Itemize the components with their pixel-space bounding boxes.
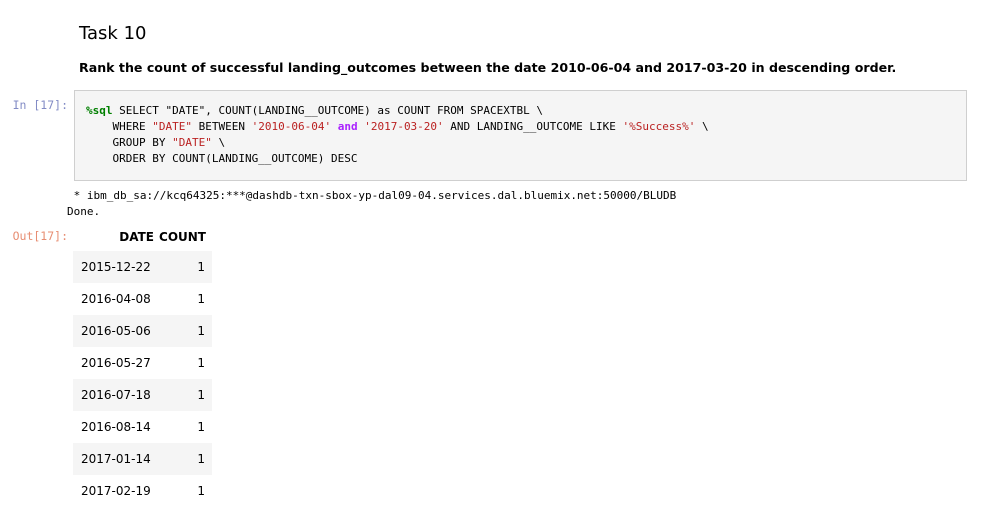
code-text: BETWEEN xyxy=(191,120,252,133)
column-header-date: DATE xyxy=(119,230,154,244)
code-string: "DATE" xyxy=(172,136,212,149)
date-cell: 2015-12-22 xyxy=(73,251,158,283)
table-row: 2017-01-14 1 xyxy=(73,443,212,475)
code-line-4: ORDER BY COUNT(LANDING__OUTCOME) DESC xyxy=(86,152,358,165)
code-string: '%Success%' xyxy=(622,120,696,133)
code-text: WHERE xyxy=(86,120,153,133)
date-cell: 2016-08-14 xyxy=(81,420,151,434)
sql-magic: %sql xyxy=(86,104,113,117)
table-row: 2016-08-14 1 xyxy=(73,411,212,443)
count-cell: 1 xyxy=(158,315,212,347)
code-text: GROUP BY xyxy=(86,136,173,149)
table-row: 2015-12-22 1 xyxy=(73,251,212,283)
column-header-count: COUNT xyxy=(159,230,206,244)
connection-string: * ibm_db_sa://kcq64325:***@dashdb-txn-sb… xyxy=(67,189,677,202)
done-message: Done. xyxy=(67,205,101,218)
output-prompt: Out[17]: xyxy=(12,229,68,243)
code-string: '2017-03-20' xyxy=(364,120,444,133)
date-cell: 2016-05-27 xyxy=(81,356,151,370)
code-string: '2010-06-04' xyxy=(251,120,332,133)
code-line-2: WHERE "DATE" BETWEEN '2010-06-04' and '2… xyxy=(86,119,966,135)
date-cell: 2017-01-14 xyxy=(73,443,158,475)
code-text: \ xyxy=(211,136,226,149)
count-cell: 1 xyxy=(197,484,205,498)
task-heading: Task 10 xyxy=(79,23,147,44)
table-row: 2017-02-19 1 xyxy=(73,475,212,506)
code-text: AND LANDING__OUTCOME LIKE xyxy=(443,120,623,133)
table-row: 2016-07-18 1 xyxy=(73,379,212,411)
result-table: DATE COUNT 2015-12-22 1 2016-04-08 1 201… xyxy=(73,223,212,506)
date-cell: 2017-02-19 xyxy=(81,484,151,498)
table-row: 2016-05-06 1 xyxy=(73,315,212,347)
date-cell: 2016-07-18 xyxy=(73,379,158,411)
count-cell: 1 xyxy=(158,379,212,411)
table-row: 2016-04-08 1 xyxy=(73,283,212,315)
markdown-cell[interactable]: Task 10 Rank the count of successful lan… xyxy=(79,20,959,77)
count-cell: 1 xyxy=(197,292,205,306)
count-cell: 1 xyxy=(197,356,205,370)
table-row: 2016-05-27 1 xyxy=(73,347,212,379)
task-description: Rank the count of successful landing_out… xyxy=(79,60,897,75)
code-editor[interactable]: %sql SELECT "DATE", COUNT(LANDING__OUTCO… xyxy=(74,90,967,181)
table-header-row: DATE COUNT xyxy=(73,223,212,251)
code-line-3: GROUP BY "DATE" \ xyxy=(86,135,966,151)
date-cell: 2016-04-08 xyxy=(81,292,151,306)
code-text: \ xyxy=(695,120,709,133)
cell-stdout: * ibm_db_sa://kcq64325:***@dashdb-txn-sb… xyxy=(67,188,676,220)
code-line-1: %sql SELECT "DATE", COUNT(LANDING__OUTCO… xyxy=(86,103,966,119)
count-cell: 1 xyxy=(158,251,212,283)
date-cell: 2016-05-06 xyxy=(73,315,158,347)
code-keyword: and xyxy=(337,120,358,133)
count-cell: 1 xyxy=(158,443,212,475)
code-text: SELECT "DATE", COUNT(LANDING__OUTCOME) a… xyxy=(112,104,543,117)
input-prompt: In [17]: xyxy=(12,98,68,112)
code-string: "DATE" xyxy=(152,120,192,133)
count-cell: 1 xyxy=(197,420,205,434)
